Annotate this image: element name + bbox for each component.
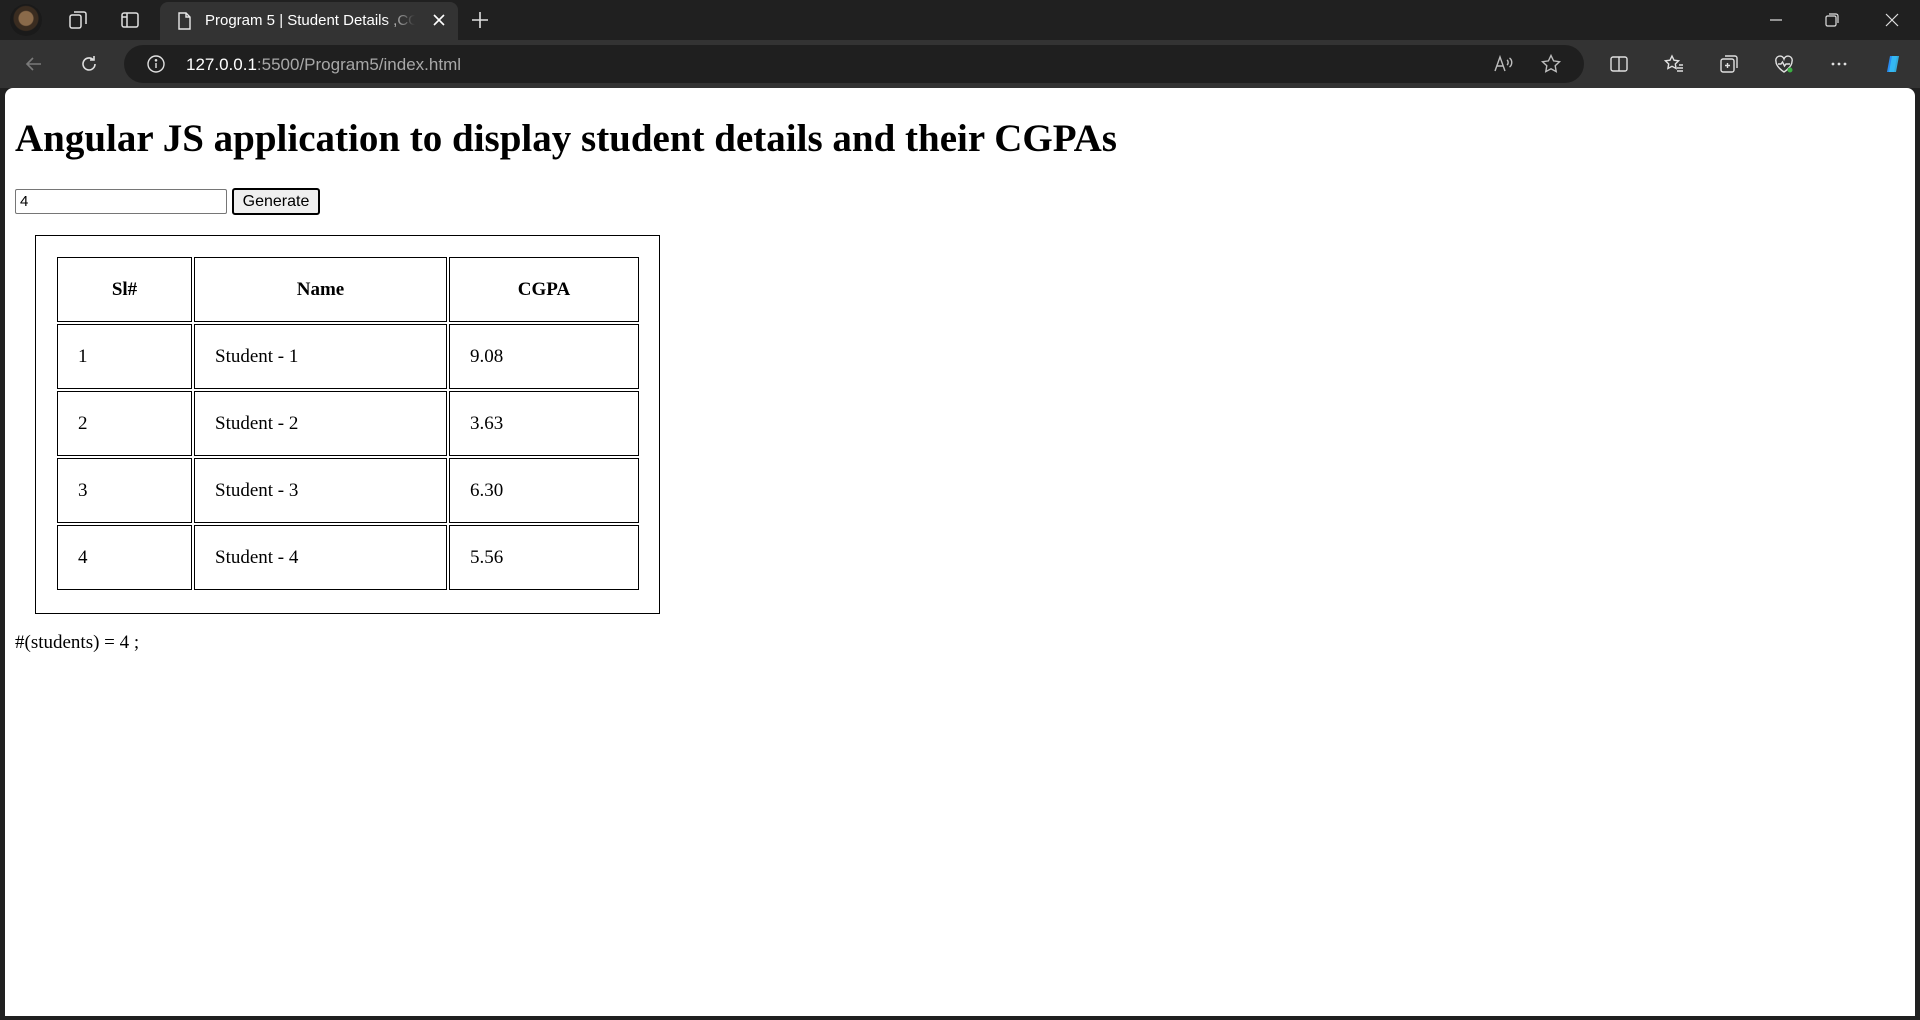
students-table: Sl# Name CGPA 1 Student - 1 9.08 2 Stude… [35, 235, 660, 614]
address-bar[interactable]: 127.0.0.1:5500/Program5/index.html [124, 45, 1584, 83]
tab-title: Program 5 | Student Details ,CGPAs [205, 12, 415, 29]
split-screen-icon[interactable] [1605, 50, 1633, 78]
page-heading: Angular JS application to display studen… [15, 117, 1117, 160]
add-favorite-icon[interactable] [1540, 53, 1562, 75]
cell-name: Student - 4 [194, 525, 447, 590]
workspaces-icon[interactable] [66, 8, 90, 32]
header-cgpa: CGPA [449, 257, 639, 322]
profile-avatar[interactable] [10, 4, 42, 36]
refresh-icon[interactable] [75, 50, 103, 78]
cell-cgpa: 6.30 [449, 458, 639, 523]
vertical-tabs-icon[interactable] [118, 8, 142, 32]
toolbar: 127.0.0.1:5500/Program5/index.html [0, 40, 1920, 88]
page-viewport: Angular JS application to display studen… [5, 88, 1915, 1016]
cell-slno: 2 [57, 391, 192, 456]
cell-slno: 4 [57, 525, 192, 590]
url-text[interactable]: 127.0.0.1:5500/Program5/index.html [186, 55, 461, 75]
back-arrow-icon[interactable] [20, 50, 48, 78]
student-count-input[interactable] [15, 189, 227, 214]
cell-slno: 3 [57, 458, 192, 523]
student-count-summary: #(students) = 4 ; [15, 632, 140, 653]
page-icon [174, 11, 194, 31]
cell-name: Student - 2 [194, 391, 447, 456]
site-info-icon[interactable] [146, 54, 166, 74]
title-bar: Program 5 | Student Details ,CGPAs [0, 0, 1920, 40]
cell-slno: 1 [57, 324, 192, 389]
active-tab[interactable]: Program 5 | Student Details ,CGPAs [160, 2, 458, 40]
read-aloud-icon[interactable] [1492, 53, 1514, 75]
new-tab-icon[interactable] [468, 8, 492, 32]
minimize-icon[interactable] [1748, 0, 1804, 40]
cell-cgpa: 5.56 [449, 525, 639, 590]
header-name: Name [194, 257, 447, 322]
header-slno: Sl# [57, 257, 192, 322]
copilot-icon[interactable] [1879, 50, 1907, 78]
browser-essentials-icon[interactable] [1770, 50, 1798, 78]
cell-name: Student - 1 [194, 324, 447, 389]
cell-name: Student - 3 [194, 458, 447, 523]
collections-icon[interactable] [1715, 50, 1743, 78]
favorites-icon[interactable] [1660, 50, 1688, 78]
close-tab-icon[interactable] [430, 11, 448, 29]
more-options-icon[interactable] [1825, 50, 1853, 78]
cell-cgpa: 3.63 [449, 391, 639, 456]
cell-cgpa: 9.08 [449, 324, 639, 389]
close-window-icon[interactable] [1864, 0, 1920, 40]
generate-button[interactable]: Generate [232, 188, 320, 215]
restore-icon[interactable] [1804, 0, 1860, 40]
